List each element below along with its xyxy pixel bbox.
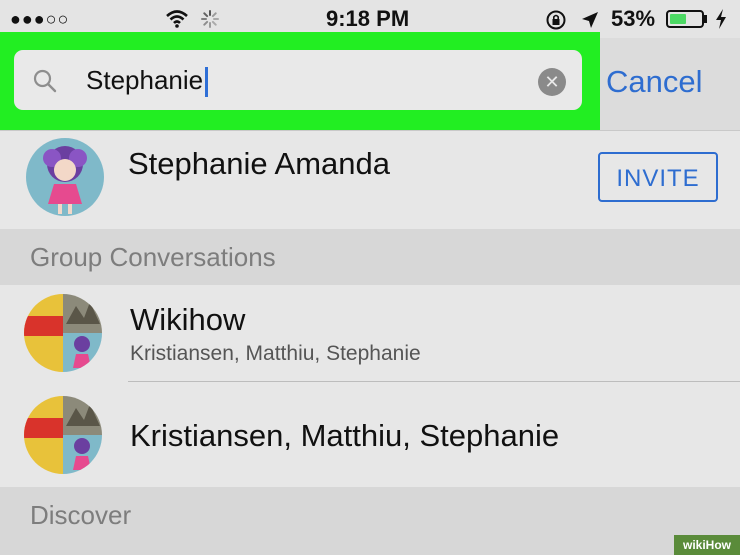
wifi-icon [166, 10, 188, 28]
clear-icon: ✕ [544, 72, 560, 92]
section-title: Discover [30, 500, 132, 530]
search-query: Stephanie [86, 50, 209, 110]
battery-icon [666, 10, 704, 28]
group-row[interactable] [0, 285, 740, 383]
group-title: Kristiansen, Matthiu, Stephanie [130, 418, 560, 453]
text-caret [205, 67, 209, 98]
invite-button[interactable]: INVITE [598, 152, 718, 202]
location-icon [582, 12, 598, 28]
cancel-button[interactable]: Cancel [606, 58, 703, 106]
contact-name: Stephanie Amanda [128, 146, 390, 181]
contact-avatar [26, 138, 104, 216]
group-avatar [24, 294, 102, 372]
section-title: Group Conversations [30, 242, 276, 272]
clear-search-button[interactable]: ✕ [538, 68, 566, 96]
orientation-lock-icon [546, 10, 566, 30]
search-input[interactable]: Stephanie [14, 50, 582, 110]
group-members: Kristiansen, Matthiu, Stephanie [130, 342, 421, 365]
row-divider [128, 381, 740, 382]
battery-percent: 53% [611, 6, 656, 31]
group-title: Wikihow [130, 302, 246, 337]
search-value: Stephanie [86, 65, 204, 95]
watermark-logo: wikiHow [674, 535, 740, 555]
loading-spinner-icon [201, 10, 219, 28]
battery-tip [704, 15, 707, 23]
charging-bolt-icon [716, 9, 726, 29]
battery-level [670, 14, 686, 24]
group-avatar [24, 396, 102, 474]
search-icon [33, 69, 57, 93]
